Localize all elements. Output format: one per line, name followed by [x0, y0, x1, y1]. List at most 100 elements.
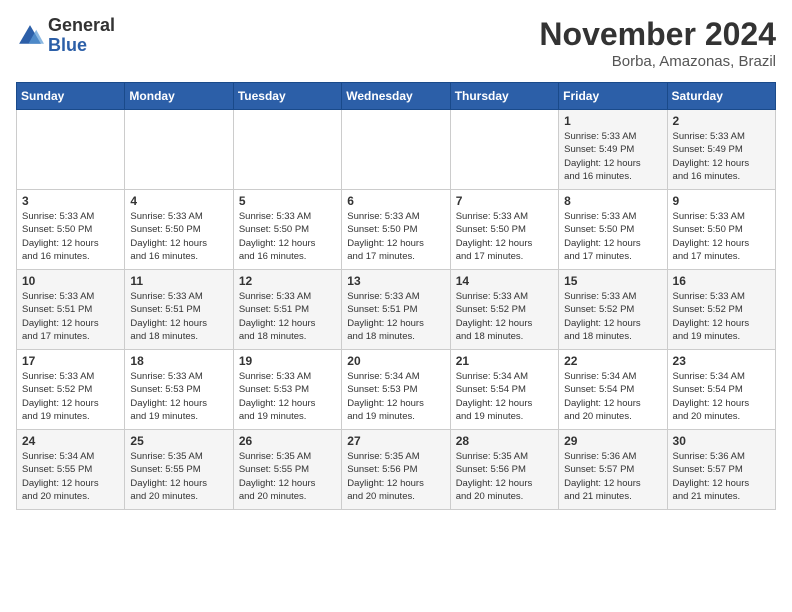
day-info: Sunrise: 5:33 AM Sunset: 5:49 PM Dayligh… [673, 130, 770, 183]
calendar-cell: 22 Sunrise: 5:34 AM Sunset: 5:54 PM Dayli… [559, 350, 667, 430]
day-number: 3 [22, 194, 119, 208]
day-info: Sunrise: 5:34 AM Sunset: 5:53 PM Dayligh… [347, 370, 444, 423]
day-number: 19 [239, 354, 336, 368]
day-info: Sunrise: 5:34 AM Sunset: 5:54 PM Dayligh… [673, 370, 770, 423]
calendar-table: SundayMondayTuesdayWednesdayThursdayFrid… [16, 82, 776, 510]
calendar-cell: 27 Sunrise: 5:35 AM Sunset: 5:56 PM Dayli… [342, 430, 450, 510]
calendar-cell: 15 Sunrise: 5:33 AM Sunset: 5:52 PM Dayli… [559, 270, 667, 350]
calendar-cell: 19 Sunrise: 5:33 AM Sunset: 5:53 PM Dayli… [233, 350, 341, 430]
calendar-cell: 11 Sunrise: 5:33 AM Sunset: 5:51 PM Dayli… [125, 270, 233, 350]
day-of-week-header: Monday [125, 83, 233, 110]
day-info: Sunrise: 5:33 AM Sunset: 5:53 PM Dayligh… [130, 370, 227, 423]
day-number: 27 [347, 434, 444, 448]
day-number: 7 [456, 194, 553, 208]
day-number: 5 [239, 194, 336, 208]
calendar-week-row: 10 Sunrise: 5:33 AM Sunset: 5:51 PM Dayli… [17, 270, 776, 350]
day-of-week-header: Thursday [450, 83, 558, 110]
calendar-cell: 9 Sunrise: 5:33 AM Sunset: 5:50 PM Daylig… [667, 190, 775, 270]
day-of-week-header: Sunday [17, 83, 125, 110]
calendar-cell: 14Sunrise: 5:33 AM Sunset: 5:52 PM Dayli… [450, 270, 558, 350]
calendar-cell: 24Sunrise: 5:34 AM Sunset: 5:55 PM Dayli… [17, 430, 125, 510]
calendar-cell [450, 110, 558, 190]
day-info: Sunrise: 5:33 AM Sunset: 5:50 PM Dayligh… [22, 210, 119, 263]
day-number: 30 [673, 434, 770, 448]
calendar-cell: 2 Sunrise: 5:33 AM Sunset: 5:49 PM Daylig… [667, 110, 775, 190]
day-number: 22 [564, 354, 661, 368]
day-of-week-header: Saturday [667, 83, 775, 110]
day-number: 26 [239, 434, 336, 448]
day-number: 9 [673, 194, 770, 208]
logo-text: General Blue [48, 16, 115, 56]
location-subtitle: Borba, Amazonas, Brazil [539, 53, 776, 70]
day-number: 14 [456, 274, 553, 288]
day-info: Sunrise: 5:33 AM Sunset: 5:50 PM Dayligh… [130, 210, 227, 263]
day-info: Sunrise: 5:33 AM Sunset: 5:52 PM Dayligh… [22, 370, 119, 423]
calendar-cell: 21Sunrise: 5:34 AM Sunset: 5:54 PM Dayli… [450, 350, 558, 430]
calendar-week-row: 3 Sunrise: 5:33 AM Sunset: 5:50 PM Daylig… [17, 190, 776, 270]
day-number: 1 [564, 114, 661, 128]
calendar-cell: 6Sunrise: 5:33 AM Sunset: 5:50 PM Daylig… [342, 190, 450, 270]
day-of-week-header: Friday [559, 83, 667, 110]
day-info: Sunrise: 5:35 AM Sunset: 5:55 PM Dayligh… [130, 450, 227, 503]
day-info: Sunrise: 5:35 AM Sunset: 5:56 PM Dayligh… [456, 450, 553, 503]
day-info: Sunrise: 5:33 AM Sunset: 5:50 PM Dayligh… [564, 210, 661, 263]
calendar-cell [17, 110, 125, 190]
day-info: Sunrise: 5:34 AM Sunset: 5:54 PM Dayligh… [564, 370, 661, 423]
logo-blue: Blue [48, 36, 115, 56]
day-number: 29 [564, 434, 661, 448]
calendar-cell: 1 Sunrise: 5:33 AM Sunset: 5:49 PM Daylig… [559, 110, 667, 190]
calendar-cell: 4 Sunrise: 5:33 AM Sunset: 5:50 PM Daylig… [125, 190, 233, 270]
day-number: 10 [22, 274, 119, 288]
logo-icon [16, 22, 44, 50]
title-block: November 2024 Borba, Amazonas, Brazil [539, 16, 776, 70]
day-number: 12 [239, 274, 336, 288]
day-info: Sunrise: 5:35 AM Sunset: 5:55 PM Dayligh… [239, 450, 336, 503]
calendar-cell: 3 Sunrise: 5:33 AM Sunset: 5:50 PM Daylig… [17, 190, 125, 270]
day-number: 28 [456, 434, 553, 448]
calendar-cell: 18Sunrise: 5:33 AM Sunset: 5:53 PM Dayli… [125, 350, 233, 430]
day-info: Sunrise: 5:33 AM Sunset: 5:51 PM Dayligh… [22, 290, 119, 343]
day-number: 25 [130, 434, 227, 448]
day-info: Sunrise: 5:33 AM Sunset: 5:51 PM Dayligh… [239, 290, 336, 343]
calendar-cell: 13Sunrise: 5:33 AM Sunset: 5:51 PM Dayli… [342, 270, 450, 350]
day-info: Sunrise: 5:33 AM Sunset: 5:49 PM Dayligh… [564, 130, 661, 183]
day-info: Sunrise: 5:33 AM Sunset: 5:50 PM Dayligh… [347, 210, 444, 263]
calendar-cell: 16Sunrise: 5:33 AM Sunset: 5:52 PM Dayli… [667, 270, 775, 350]
calendar-cell: 17 Sunrise: 5:33 AM Sunset: 5:52 PM Dayli… [17, 350, 125, 430]
day-info: Sunrise: 5:33 AM Sunset: 5:52 PM Dayligh… [564, 290, 661, 343]
day-number: 20 [347, 354, 444, 368]
day-number: 11 [130, 274, 227, 288]
day-info: Sunrise: 5:33 AM Sunset: 5:50 PM Dayligh… [456, 210, 553, 263]
month-title: November 2024 [539, 16, 776, 53]
calendar-cell: 10 Sunrise: 5:33 AM Sunset: 5:51 PM Dayli… [17, 270, 125, 350]
calendar-cell [233, 110, 341, 190]
day-of-week-header: Wednesday [342, 83, 450, 110]
calendar-cell: 12 Sunrise: 5:33 AM Sunset: 5:51 PM Dayli… [233, 270, 341, 350]
day-info: Sunrise: 5:35 AM Sunset: 5:56 PM Dayligh… [347, 450, 444, 503]
day-info: Sunrise: 5:34 AM Sunset: 5:55 PM Dayligh… [22, 450, 119, 503]
calendar-cell: 26 Sunrise: 5:35 AM Sunset: 5:55 PM Dayli… [233, 430, 341, 510]
day-of-week-header: Tuesday [233, 83, 341, 110]
calendar-cell: 28 Sunrise: 5:35 AM Sunset: 5:56 PM Dayli… [450, 430, 558, 510]
day-info: Sunrise: 5:33 AM Sunset: 5:51 PM Dayligh… [130, 290, 227, 343]
calendar-week-row: 1 Sunrise: 5:33 AM Sunset: 5:49 PM Daylig… [17, 110, 776, 190]
day-number: 23 [673, 354, 770, 368]
calendar-cell: 30Sunrise: 5:36 AM Sunset: 5:57 PM Dayli… [667, 430, 775, 510]
calendar-week-row: 24Sunrise: 5:34 AM Sunset: 5:55 PM Dayli… [17, 430, 776, 510]
day-info: Sunrise: 5:33 AM Sunset: 5:50 PM Dayligh… [239, 210, 336, 263]
calendar-header-row: SundayMondayTuesdayWednesdayThursdayFrid… [17, 83, 776, 110]
day-number: 4 [130, 194, 227, 208]
calendar-cell [342, 110, 450, 190]
day-number: 15 [564, 274, 661, 288]
calendar-cell: 25 Sunrise: 5:35 AM Sunset: 5:55 PM Dayli… [125, 430, 233, 510]
day-number: 13 [347, 274, 444, 288]
day-number: 21 [456, 354, 553, 368]
day-number: 2 [673, 114, 770, 128]
page-header: General Blue November 2024 Borba, Amazon… [16, 16, 776, 70]
day-info: Sunrise: 5:33 AM Sunset: 5:53 PM Dayligh… [239, 370, 336, 423]
logo-general: General [48, 16, 115, 36]
day-info: Sunrise: 5:33 AM Sunset: 5:50 PM Dayligh… [673, 210, 770, 263]
day-info: Sunrise: 5:36 AM Sunset: 5:57 PM Dayligh… [564, 450, 661, 503]
day-number: 17 [22, 354, 119, 368]
calendar-week-row: 17 Sunrise: 5:33 AM Sunset: 5:52 PM Dayli… [17, 350, 776, 430]
